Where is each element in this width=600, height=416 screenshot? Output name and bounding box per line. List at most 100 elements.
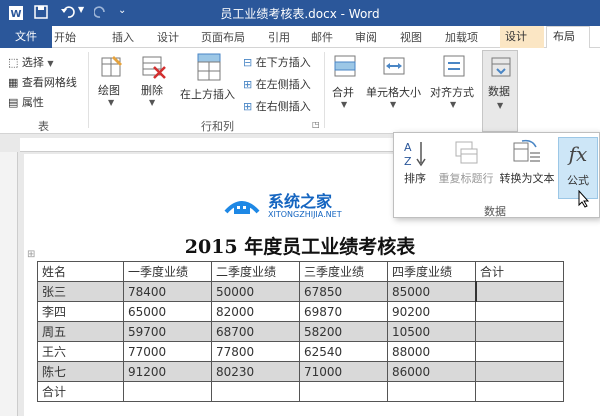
table-cell[interactable]: 71000 xyxy=(299,361,388,382)
table-cell[interactable]: 85000 xyxy=(387,281,476,302)
table-cell[interactable]: 80230 xyxy=(211,361,300,382)
table-header-cell[interactable]: 二季度业绩 xyxy=(211,261,300,282)
table-header-cell[interactable]: 合计 xyxy=(475,261,564,282)
data-dropdown-panel: A Z 排序 重复标题行 转换为文本 fx 公式 数据 xyxy=(393,132,600,218)
table-cell[interactable] xyxy=(475,361,564,382)
cell-size-button[interactable]: 单元格大小 ▼ xyxy=(364,52,426,114)
table-cell[interactable]: 李四 xyxy=(37,301,124,322)
draw-button[interactable]: 绘图 ▼ xyxy=(94,52,130,114)
table-cell[interactable] xyxy=(475,321,564,342)
insert-below-label: 在下方插入 xyxy=(255,56,311,69)
table-cell[interactable]: 67850 xyxy=(299,281,388,302)
table-cell[interactable]: 86000 xyxy=(387,361,476,382)
document-heading: 2015 年度员工业绩考核表 xyxy=(184,236,416,258)
insert-above-button[interactable]: 在上方插入 xyxy=(176,52,240,114)
tab-design[interactable]: 设计 xyxy=(157,29,179,45)
chevron-down-icon: ▼ xyxy=(450,100,457,109)
rows-columns-group-label: 行和列 xyxy=(201,120,234,133)
insert-above-label: 在上方插入 xyxy=(180,88,235,101)
table-cell[interactable]: 59700 xyxy=(123,321,212,342)
chevron-down-icon: ▼ xyxy=(497,101,504,110)
repeat-header-label: 重复标题行 xyxy=(438,172,494,185)
delete-button[interactable]: 删除 ▼ xyxy=(135,52,171,114)
table-cell[interactable]: 69870 xyxy=(299,301,388,322)
cell-size-label: 单元格大小 xyxy=(366,86,421,99)
insert-left-button[interactable]: ⊞ 在左侧插入 xyxy=(243,76,311,92)
properties-button[interactable]: ▤ 属性 xyxy=(8,94,44,110)
alignment-button[interactable]: 对齐方式 ▼ xyxy=(428,52,480,114)
insert-below-button[interactable]: ⊟ 在下方插入 xyxy=(243,54,311,70)
tab-table-design[interactable]: 设计 xyxy=(500,26,544,48)
table-cell[interactable]: 张三 xyxy=(37,281,124,302)
table-header-cell[interactable]: 姓名 xyxy=(37,261,124,282)
table-cell[interactable]: 65000 xyxy=(123,301,212,322)
tab-file[interactable]: 文件 xyxy=(0,26,52,48)
repeat-header-icon xyxy=(455,141,478,164)
formula-fx-icon: fx xyxy=(568,142,588,166)
table-row: 陈七 91200 80230 71000 86000 xyxy=(37,361,564,382)
table-cell[interactable] xyxy=(211,381,300,402)
table-cell[interactable]: 82000 xyxy=(211,301,300,322)
svg-text:A: A xyxy=(404,141,412,154)
table-cell[interactable]: 合计 xyxy=(37,381,124,402)
data-button[interactable]: 数据 ▼ xyxy=(482,50,518,132)
table-cell-selected[interactable] xyxy=(474,281,564,302)
tab-view[interactable]: 视图 xyxy=(400,29,422,45)
tab-references[interactable]: 引用 xyxy=(268,29,290,45)
table-cell[interactable]: 58200 xyxy=(299,321,388,342)
table-move-handle-icon[interactable]: ⊞ xyxy=(27,249,35,260)
tab-review[interactable]: 审阅 xyxy=(355,29,377,45)
data-icon xyxy=(491,57,511,77)
sort-button[interactable]: A Z 排序 xyxy=(396,137,434,197)
table-header-cell[interactable]: 四季度业绩 xyxy=(387,261,476,282)
table-cell[interactable] xyxy=(387,381,476,402)
merge-label: 合并 xyxy=(332,86,354,99)
table-cell[interactable]: 68700 xyxy=(211,321,300,342)
tab-addins[interactable]: 加载项 xyxy=(445,29,478,45)
table-cell[interactable]: 77800 xyxy=(211,341,300,362)
table-row: 王六 77000 77800 62540 88000 xyxy=(37,341,564,362)
table-cell[interactable]: 周五 xyxy=(37,321,124,342)
table-cell[interactable]: 陈七 xyxy=(37,361,124,382)
view-gridlines-button[interactable]: ▦ 查看网格线 xyxy=(8,74,77,90)
table-cell[interactable] xyxy=(475,341,564,362)
table-cell[interactable]: 10500 xyxy=(387,321,476,342)
table-cell[interactable] xyxy=(123,381,212,402)
repeat-header-rows-button[interactable]: 重复标题行 xyxy=(436,137,496,197)
tab-table-layout[interactable]: 布局 xyxy=(546,26,590,49)
insert-left-icon: ⊞ xyxy=(243,78,253,91)
chevron-down-icon: ▼ xyxy=(149,98,156,107)
watermark-logo-icon xyxy=(224,201,260,214)
select-button[interactable]: ⬚ 选择 ▼ xyxy=(8,54,54,70)
merge-cells-icon xyxy=(334,55,356,77)
tab-home[interactable]: 开始 xyxy=(54,29,76,45)
table-cell[interactable]: 王六 xyxy=(37,341,124,362)
table-header-cell[interactable]: 一季度业绩 xyxy=(123,261,212,282)
sort-az-icon: A Z xyxy=(404,141,426,168)
cell-size-icon xyxy=(383,57,405,75)
table-cell[interactable]: 77000 xyxy=(123,341,212,362)
table-cell[interactable]: 50000 xyxy=(211,281,300,302)
insert-right-button[interactable]: ⊞ 在右侧插入 xyxy=(243,98,311,114)
table-cell[interactable]: 88000 xyxy=(387,341,476,362)
convert-to-text-button[interactable]: 转换为文本 xyxy=(498,137,556,197)
dialog-launcher-icon[interactable]: ◳ xyxy=(312,120,320,129)
gridlines-label: 查看网格线 xyxy=(21,76,77,89)
tab-mailings[interactable]: 邮件 xyxy=(311,29,333,45)
table-cell[interactable] xyxy=(299,381,388,402)
table-cell[interactable]: 90200 xyxy=(387,301,476,322)
title-bar: W ▼ ⌄ 员工业绩考核表.docx - Word xyxy=(0,0,600,26)
table-cell[interactable]: 62540 xyxy=(299,341,388,362)
tab-insert[interactable]: 插入 xyxy=(112,29,134,45)
table-cell[interactable] xyxy=(475,381,564,402)
tab-page-layout[interactable]: 页面布局 xyxy=(201,29,245,45)
gridlines-icon: ▦ xyxy=(8,76,19,89)
table-cell[interactable]: 78400 xyxy=(123,281,212,302)
table-cell[interactable]: 91200 xyxy=(123,361,212,382)
merge-button[interactable]: 合并 ▼ xyxy=(328,52,362,114)
watermark-name: 系统之家 xyxy=(268,192,333,211)
insert-right-label: 在右侧插入 xyxy=(255,100,311,113)
table-header-cell[interactable]: 三季度业绩 xyxy=(299,261,388,282)
formula-label: 公式 xyxy=(567,174,589,187)
table-cell[interactable] xyxy=(475,301,564,322)
